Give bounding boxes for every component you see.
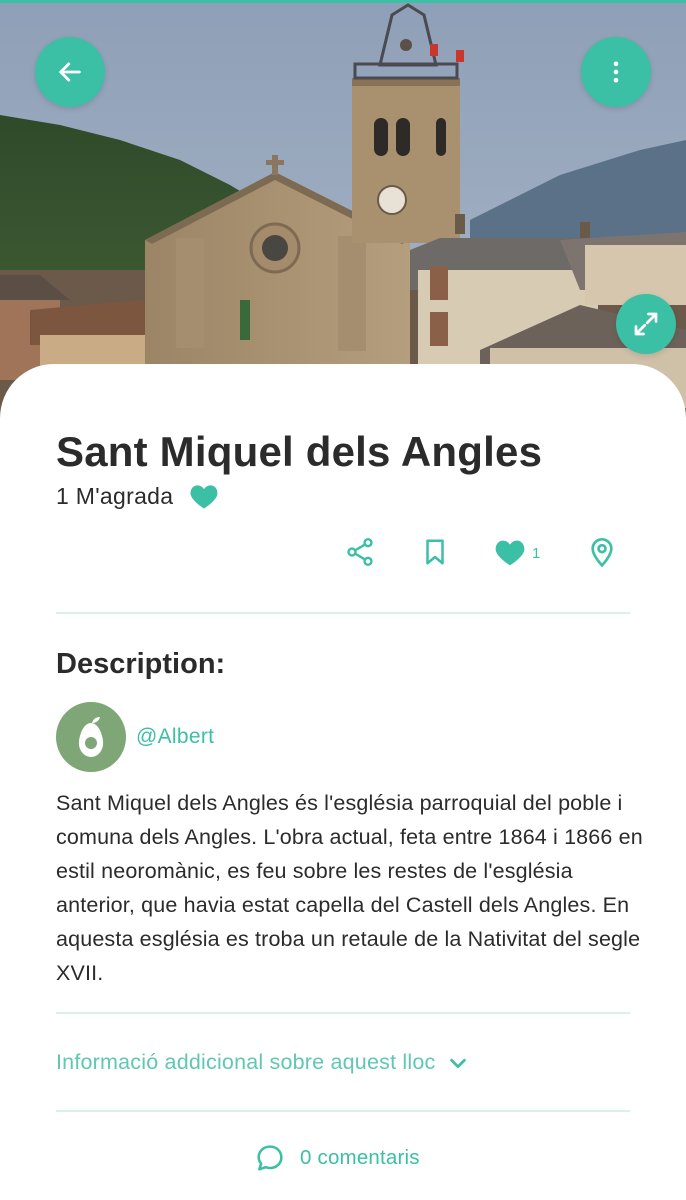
back-button[interactable] — [35, 37, 105, 107]
description-text: Sant Miquel dels Angles és l'església pa… — [56, 791, 643, 985]
comment-icon — [257, 1145, 283, 1171]
author-row[interactable]: @Albert — [56, 702, 214, 772]
divider — [56, 1110, 630, 1112]
chevron-down-icon — [450, 1058, 467, 1068]
more-vertical-icon — [613, 61, 619, 83]
additional-info-label: Informació addicional sobre aquest lloc — [56, 1050, 436, 1074]
divider — [56, 1012, 630, 1014]
map-pin-icon — [591, 538, 613, 568]
comments-button[interactable]: 0 comentaris — [254, 1142, 420, 1174]
location-button[interactable] — [586, 532, 618, 572]
avatar[interactable] — [56, 702, 126, 772]
more-options-button[interactable] — [581, 37, 651, 107]
place-detail-card: Sant Miquel dels Angles 1 M'agrada 1 Des… — [0, 364, 686, 1200]
additional-info-toggle[interactable]: Informació addicional sobre aquest lloc — [56, 1050, 469, 1075]
like-count: 1 — [532, 544, 541, 562]
divider — [56, 612, 630, 614]
expand-photo-button[interactable] — [616, 294, 676, 354]
top-accent-line — [0, 0, 686, 3]
action-bar: 1 — [0, 532, 686, 572]
heart-icon — [495, 540, 525, 566]
arrow-left-icon — [59, 62, 81, 82]
share-icon — [347, 538, 373, 566]
likes-summary: 1 M'agrada — [56, 482, 219, 510]
likes-label: 1 M'agrada — [56, 482, 174, 509]
bookmark-icon — [426, 539, 444, 565]
bookmark-button[interactable] — [420, 532, 450, 572]
like-button[interactable]: 1 — [494, 532, 540, 572]
avocado-avatar-icon — [78, 717, 104, 757]
description-heading: Description: — [56, 648, 226, 680]
expand-icon — [634, 312, 658, 336]
place-title: Sant Miquel dels Angles — [56, 428, 543, 475]
heart-icon — [190, 485, 218, 509]
share-button[interactable] — [344, 532, 376, 572]
comments-label: 0 comentaris — [300, 1146, 420, 1169]
author-name[interactable]: @Albert — [136, 725, 214, 749]
